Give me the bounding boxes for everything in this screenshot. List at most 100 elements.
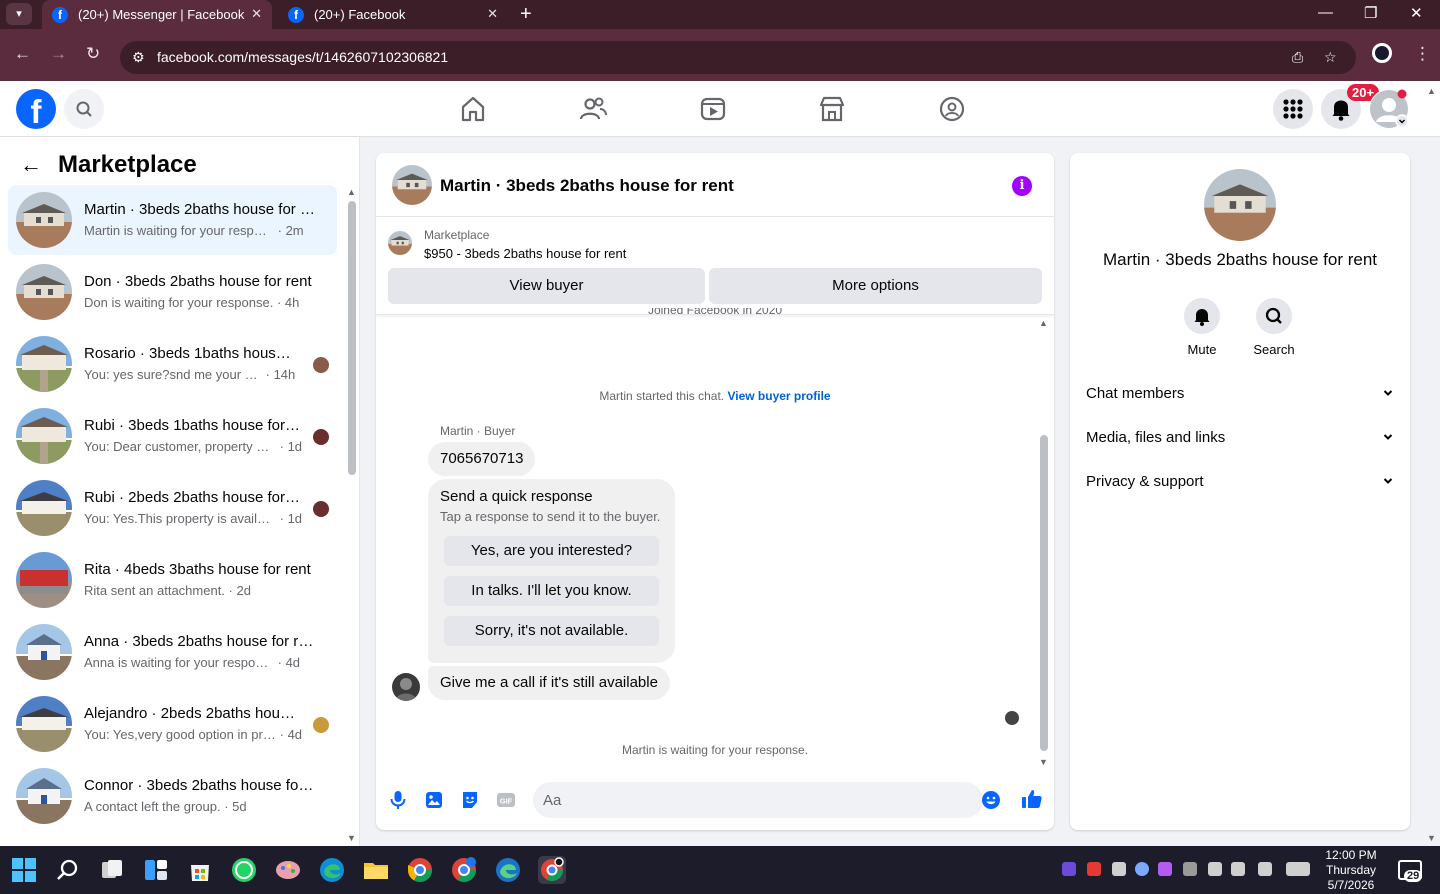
keyboard-icon[interactable] (1286, 862, 1310, 876)
quick-response-option[interactable]: In talks. I'll let you know. (444, 576, 659, 606)
forward-icon[interactable]: → (50, 44, 67, 64)
back-icon[interactable]: ← (14, 44, 31, 64)
task-view-icon[interactable] (98, 856, 126, 884)
scroll-up-arrow-icon[interactable]: ▲ (347, 187, 356, 197)
facebook-logo[interactable]: f (16, 89, 56, 129)
quick-response-option[interactable]: Sorry, it's not available. (444, 616, 659, 646)
paint-icon[interactable] (274, 856, 302, 884)
install-app-icon[interactable]: ⎙ (1292, 49, 1303, 66)
message-input[interactable] (533, 782, 983, 818)
message-bubble[interactable]: Give me a call if it's still available (428, 666, 670, 700)
whatsapp-icon[interactable] (230, 856, 258, 884)
clock-date: 5/7/2026 (1327, 878, 1375, 892)
view-buyer-button[interactable]: View buyer (388, 268, 705, 304)
site-info-icon[interactable]: ⚙ (132, 49, 145, 66)
volume-icon[interactable] (1231, 862, 1245, 876)
bookmark-star-icon[interactable]: ☆ (1324, 49, 1337, 66)
more-options-button[interactable]: More options (709, 268, 1042, 304)
chrome-active-icon[interactable] (538, 856, 566, 884)
listing-thumbnail (16, 768, 72, 824)
sidebar-scrollbar[interactable] (348, 201, 356, 475)
tray-app-icon[interactable] (1087, 862, 1101, 876)
scroll-up-arrow-icon[interactable]: ▲ (1039, 318, 1048, 328)
back-arrow-icon[interactable]: ← (20, 152, 42, 178)
video-icon[interactable] (697, 93, 729, 125)
home-icon[interactable] (457, 93, 489, 125)
microphone-icon[interactable] (388, 790, 408, 810)
conversation-item[interactable]: Connor · 3beds 2baths house for rent A c… (8, 761, 337, 831)
page-scroll-down-icon[interactable]: ▼ (1427, 833, 1436, 843)
browser-tab-messenger[interactable]: f (20+) Messenger | Facebook ✕ (42, 0, 272, 29)
conversation-item[interactable]: Rubi · 3beds 1baths house for rent You: … (8, 401, 337, 471)
edge-dev-icon[interactable] (494, 856, 522, 884)
gif-icon[interactable]: GIF (496, 790, 516, 810)
taskbar-search-icon[interactable] (54, 856, 82, 884)
privacy-support-section[interactable]: Privacy & support (1086, 462, 1394, 502)
chat-scrollbar[interactable] (1040, 435, 1048, 751)
pen-icon[interactable] (1258, 862, 1272, 876)
scroll-down-arrow-icon[interactable]: ▼ (347, 833, 356, 843)
emoji-icon[interactable] (981, 790, 1001, 810)
chat-avatar[interactable] (392, 165, 432, 205)
widgets-icon[interactable] (142, 856, 170, 884)
details-avatar[interactable] (1204, 169, 1276, 241)
chrome-icon[interactable] (406, 856, 434, 884)
microsoft-store-icon[interactable] (186, 856, 214, 884)
listing-price-title[interactable]: $950 - 3beds 2baths house for rent (424, 246, 626, 261)
page-scroll-up-icon[interactable]: ▲ (1427, 86, 1436, 96)
chat-members-section[interactable]: Chat members (1086, 374, 1394, 414)
view-buyer-profile-link[interactable]: View buyer profile (727, 389, 830, 403)
close-tab-icon[interactable]: ✕ (251, 6, 262, 22)
message-bubble[interactable]: 7065670713 (428, 442, 536, 476)
reload-icon[interactable]: ↻ (86, 44, 100, 64)
quick-response-option[interactable]: Yes, are you interested? (444, 536, 659, 566)
tray-app-icon[interactable] (1183, 862, 1197, 876)
minimize-window-icon[interactable]: — (1318, 4, 1333, 21)
browser-tab-facebook[interactable]: f (20+) Facebook ✕ (278, 0, 508, 29)
conversation-item[interactable]: Anna · 3beds 2baths house for rent Anna … (8, 617, 337, 687)
tray-app-icon[interactable] (1135, 862, 1149, 876)
menu-grid-button[interactable] (1273, 89, 1313, 129)
close-window-icon[interactable]: ✕ (1410, 4, 1423, 22)
account-button[interactable] (1369, 89, 1409, 129)
wifi-icon[interactable] (1208, 862, 1222, 876)
sender-avatar[interactable] (392, 673, 420, 701)
photo-icon[interactable] (424, 790, 444, 810)
info-icon[interactable]: i (1012, 176, 1032, 196)
media-files-links-section[interactable]: Media, files and links (1086, 418, 1394, 458)
mute-button[interactable]: Mute (1172, 298, 1232, 357)
tray-app-icon[interactable] (1158, 862, 1172, 876)
restore-window-icon[interactable]: ❐ (1364, 4, 1377, 22)
scroll-down-arrow-icon[interactable]: ▼ (1039, 757, 1048, 767)
listing-banner: Marketplace $950 - 3beds 2baths house fo… (376, 217, 1054, 315)
conversation-item[interactable]: Rita · 4beds 3baths house for rent Rita … (8, 545, 337, 615)
file-explorer-icon[interactable] (362, 856, 390, 884)
close-tab-icon[interactable]: ✕ (487, 6, 498, 22)
chat-title[interactable]: Martin · 3beds 2baths house for rent (440, 176, 734, 196)
system-clock[interactable]: 12:00 PM Thursday 5/7/2026 (1323, 848, 1379, 893)
new-tab-button[interactable]: + (520, 3, 532, 25)
profile-extension-icon[interactable] (1372, 43, 1392, 63)
conversation-name: Rubi · 3beds 1baths house for rent (84, 417, 302, 434)
windows-start-icon[interactable] (10, 856, 38, 884)
tray-app-icon[interactable] (1112, 862, 1126, 876)
conversation-item[interactable]: Alejandro · 2beds 2baths house for rent … (8, 689, 337, 759)
groups-icon[interactable] (936, 93, 968, 125)
url-field[interactable]: ⚙ facebook.com/messages/t/14626071023068… (120, 41, 1356, 74)
conversation-item[interactable]: Rubi · 2beds 2baths house for rent You: … (8, 473, 337, 543)
edge-icon[interactable] (318, 856, 346, 884)
sticker-icon[interactable] (460, 790, 480, 810)
marketplace-icon[interactable] (816, 93, 848, 125)
friends-icon[interactable] (577, 93, 609, 125)
browser-menu-icon[interactable]: ⋮ (1414, 44, 1431, 64)
conversation-item[interactable]: Martin · 3beds 2baths house for rent Mar… (8, 185, 337, 255)
tab-search-button[interactable]: ▾ (6, 3, 32, 25)
conversation-item[interactable]: Rosario · 3beds 1baths house for rent Yo… (8, 329, 337, 399)
chrome-profile-icon[interactable] (450, 856, 478, 884)
search-in-conversation-button[interactable]: Search (1244, 298, 1304, 357)
search-icon (1265, 307, 1282, 324)
conversation-item[interactable]: Don · 3beds 2baths house for rent Don is… (8, 257, 337, 327)
facebook-search-button[interactable] (64, 89, 104, 129)
tray-app-icon[interactable] (1062, 862, 1076, 876)
like-thumb-icon[interactable] (1021, 788, 1043, 810)
